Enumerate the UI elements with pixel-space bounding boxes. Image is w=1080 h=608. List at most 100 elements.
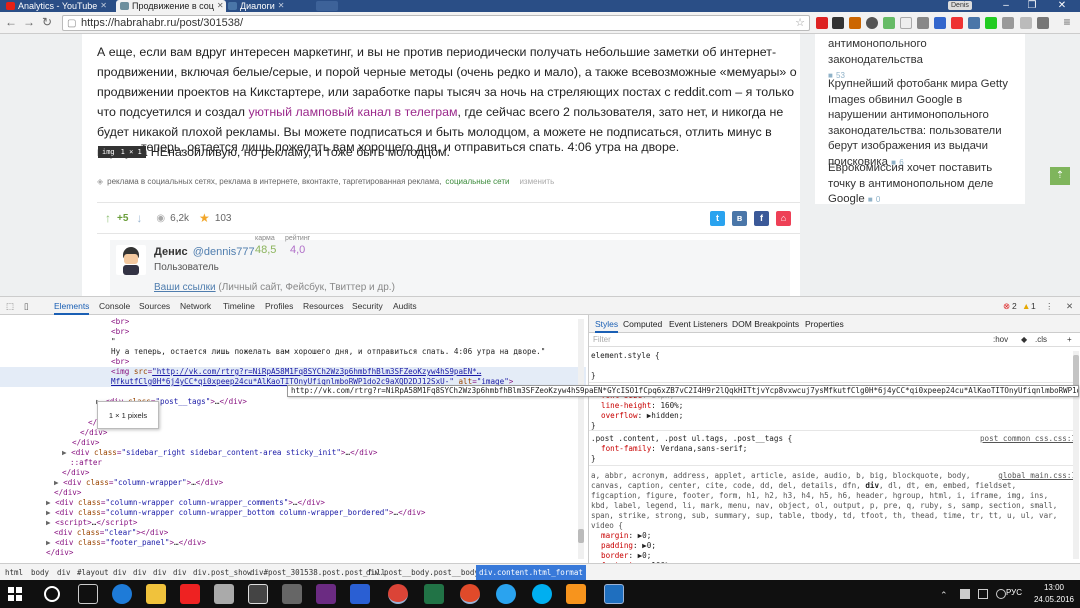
dom-node[interactable]: <br>	[111, 327, 129, 337]
tab-vk-dialogs[interactable]: Диалоги ✕	[224, 0, 314, 12]
close-icon[interactable]: ✕	[217, 0, 224, 12]
breadcrumb-item[interactable]: div	[113, 564, 127, 581]
avatar[interactable]	[116, 245, 146, 275]
dom-node[interactable]: ▶ <div class="column-wrapper column-wrap…	[46, 508, 426, 518]
tab-network[interactable]: Network	[180, 297, 211, 315]
app-icon[interactable]	[248, 584, 268, 604]
extension-icon[interactable]	[934, 17, 946, 29]
tab-timeline[interactable]: Timeline	[223, 297, 255, 315]
extension-icon[interactable]	[917, 17, 929, 29]
close-icon[interactable]: ✕	[100, 0, 107, 12]
app-icon[interactable]	[604, 584, 624, 604]
vk-share-icon[interactable]: в	[732, 211, 747, 226]
task-view-icon[interactable]	[78, 584, 98, 604]
excel-icon[interactable]	[424, 584, 444, 604]
tab-resources[interactable]: Resources	[303, 297, 344, 315]
dom-tree[interactable]: <br> <br> " Ну а теперь, остается лишь п…	[0, 315, 586, 563]
scrollbar-thumb[interactable]	[578, 529, 584, 543]
cloud-icon[interactable]	[866, 17, 878, 29]
volume-icon[interactable]	[996, 589, 1006, 599]
breadcrumb-item-active[interactable]: div.content.html_format	[476, 565, 586, 580]
dom-node[interactable]: ▶ <div class="column-wrapper column-wrap…	[46, 498, 325, 508]
chrome-icon[interactable]	[388, 584, 408, 604]
dom-text-node[interactable]: Ну а теперь, остается лишь пожелать вам …	[111, 347, 545, 357]
style-rule-selector[interactable]: a, abbr, acronym, address, applet, artic…	[591, 471, 970, 481]
edge-icon[interactable]	[112, 584, 132, 604]
facebook-share-icon[interactable]: f	[754, 211, 769, 226]
tab-audits[interactable]: Audits	[393, 297, 417, 315]
tab-elements[interactable]: Elements	[54, 297, 90, 315]
tab-sources[interactable]: Sources	[139, 297, 170, 315]
style-declaration[interactable]: padding: ▶0;	[601, 541, 656, 551]
style-rule-selector[interactable]: element.style {	[591, 351, 660, 361]
file-explorer-icon[interactable]	[146, 584, 166, 604]
tab-profiles[interactable]: Profiles	[265, 297, 293, 315]
dom-node[interactable]: ▶ <div class="footer_panel">…</div>	[46, 538, 206, 548]
author-handle[interactable]: @dennis777	[193, 246, 255, 258]
dom-node[interactable]: <div class="clear"></div>	[54, 528, 168, 538]
warning-icon[interactable]: ▲	[1022, 297, 1030, 315]
stylesheet-link[interactable]: global_main.css:1	[998, 471, 1076, 481]
reload-button[interactable]: ↻	[40, 15, 54, 29]
close-devtools-icon[interactable]: ✕	[1066, 297, 1073, 315]
inspect-element-icon[interactable]: ⬚	[6, 297, 14, 315]
extension-icon[interactable]	[832, 17, 844, 29]
dom-node[interactable]: ▶ <div class="sidebar_right sidebar_cont…	[62, 448, 378, 458]
telegram-icon[interactable]	[496, 584, 516, 604]
dom-node[interactable]: </div>	[80, 428, 107, 438]
twitter-share-icon[interactable]: t	[710, 211, 725, 226]
app-icon[interactable]	[316, 584, 336, 604]
more-options-icon[interactable]: ⋮	[1045, 297, 1054, 315]
tab-properties[interactable]: Properties	[805, 315, 844, 333]
profile-badge[interactable]: Denis	[948, 1, 972, 10]
tray-app-icon[interactable]	[960, 589, 970, 599]
app-icon[interactable]	[214, 584, 234, 604]
extension-icon[interactable]	[849, 17, 861, 29]
telegram-channel-link[interactable]: уютный ламповый канал в телеграм	[248, 105, 457, 119]
error-count[interactable]: 2	[1012, 297, 1017, 315]
restore-button[interactable]: ❐	[1016, 0, 1048, 12]
styles-scrollbar[interactable]	[1073, 351, 1079, 559]
tab-youtube-analytics[interactable]: Analytics - YouTube ✕	[2, 0, 124, 12]
extension-icon[interactable]	[985, 17, 997, 29]
related-post-item[interactable]: Крупнейший фотобанк мира Getty Images об…	[828, 77, 1018, 170]
breadcrumb-item[interactable]: div	[57, 564, 71, 581]
bookmark-star-icon[interactable]: ☆	[795, 16, 805, 30]
style-declaration[interactable]: overflow: ▶hidden;	[601, 411, 683, 421]
pocket-share-icon[interactable]: ⌂	[776, 211, 791, 226]
dom-node-img[interactable]: <img src="http://vk.com/rtrg?r=NiRpA58M1…	[111, 367, 481, 377]
breadcrumb-item[interactable]: #layout	[77, 564, 109, 581]
app-icon[interactable]	[566, 584, 586, 604]
tab-habr-post[interactable]: Продвижение в соц ✕	[116, 0, 226, 12]
breadcrumb-item[interactable]: body	[31, 564, 49, 581]
tab-security[interactable]: Security	[352, 297, 383, 315]
tray-chevron-icon[interactable]: ⌃	[940, 590, 948, 601]
dom-node[interactable]: ▶ <script>…</script>	[46, 518, 137, 528]
warning-count[interactable]: 1	[1031, 297, 1036, 315]
related-post-item[interactable]: Еврокомиссия хочет поставить точку в ант…	[828, 161, 1018, 208]
app-icon[interactable]	[180, 584, 200, 604]
word-icon[interactable]	[350, 584, 370, 604]
extension-icon[interactable]	[1037, 17, 1049, 29]
dom-node[interactable]: </div>	[72, 438, 99, 448]
tab-event-listeners[interactable]: Event Listeners	[669, 315, 728, 333]
dom-node[interactable]: </div>	[62, 468, 89, 478]
color-format-icon[interactable]: ◆	[1021, 333, 1027, 347]
downvote-arrow-icon[interactable]: ↓	[136, 211, 142, 225]
skype-icon[interactable]	[532, 584, 552, 604]
extension-icon[interactable]	[883, 17, 895, 29]
breadcrumb-item[interactable]: div.post_show	[193, 564, 252, 581]
edit-tags-link[interactable]: изменить	[519, 177, 554, 186]
style-declaration[interactable]: border: ▶0;	[601, 551, 651, 561]
extension-icon[interactable]	[900, 17, 912, 29]
device-mode-icon[interactable]: ▯	[24, 297, 29, 315]
menu-icon[interactable]: ≡	[1060, 15, 1074, 29]
system-clock[interactable]: 13:00 24.05.2016	[1034, 582, 1074, 606]
tag-list[interactable]: реклама в социальных сетях, реклама в ин…	[107, 177, 441, 186]
input-language[interactable]: РУС	[1006, 588, 1022, 597]
breadcrumb-item[interactable]: html	[5, 564, 23, 581]
network-icon[interactable]	[978, 589, 988, 599]
tab-styles[interactable]: Styles	[595, 315, 619, 333]
style-rule-selector[interactable]: .post .content, .post ul.tags, .post__ta…	[591, 434, 792, 444]
new-tab-button[interactable]	[316, 1, 338, 11]
